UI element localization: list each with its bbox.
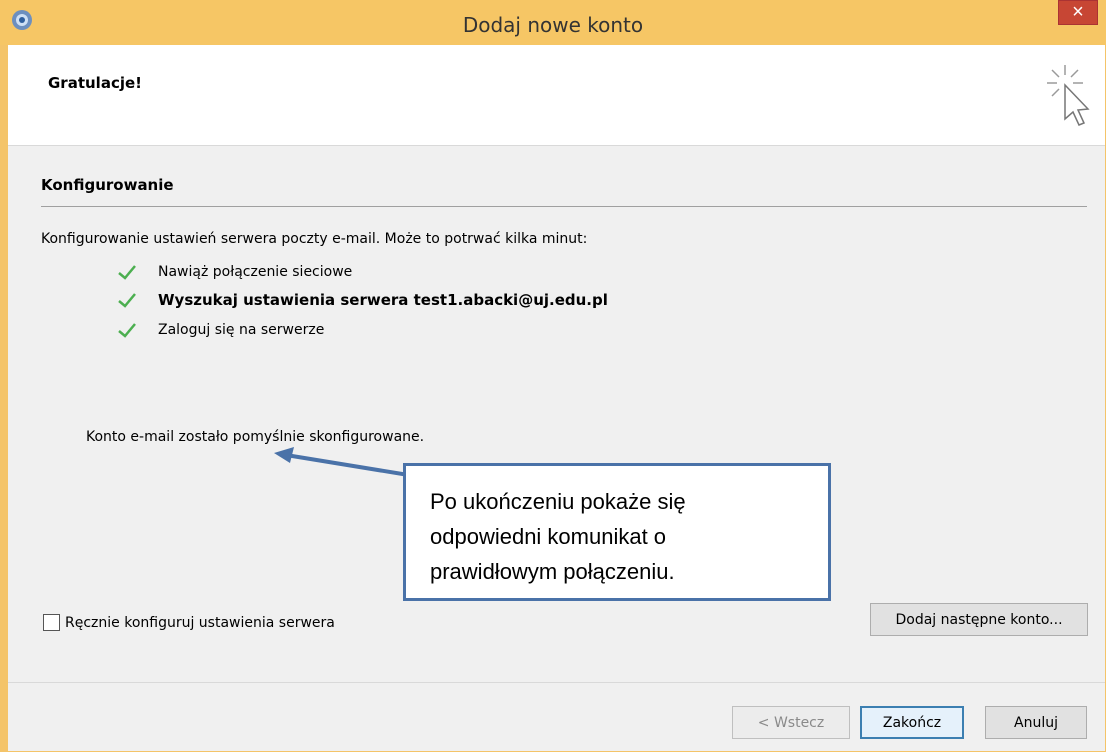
step-item: Zaloguj się na serwerze (116, 319, 324, 341)
cancel-button[interactable]: Anuluj (985, 706, 1087, 739)
dialog-content: Gratulacje! Konfigurowanie Konfigurowani… (8, 45, 1105, 751)
manual-config-row[interactable]: Ręcznie konfiguruj ustawienia serwera (43, 614, 335, 631)
manual-config-label[interactable]: Ręcznie konfiguruj ustawienia serwera (65, 615, 335, 631)
dialog-window: Dodaj nowe konto × Gratulacje! Konfiguro… (0, 0, 1106, 752)
window-title: Dodaj nowe konto (462, 13, 644, 37)
cursor-sparkle-icon (1047, 65, 1090, 126)
callout-line: Po ukończeniu pokaże się (430, 489, 686, 514)
manual-config-checkbox[interactable] (43, 614, 60, 631)
section-title: Konfigurowanie (41, 176, 174, 194)
add-next-account-button[interactable]: Dodaj następne konto... (870, 603, 1088, 636)
dialog-header: Gratulacje! (8, 45, 1105, 146)
close-button[interactable]: × (1058, 0, 1098, 25)
page-title: Gratulacje! (48, 74, 142, 92)
footer-divider (8, 682, 1105, 683)
section-divider (41, 206, 1087, 207)
back-button[interactable]: < Wstecz (732, 706, 850, 739)
check-icon (118, 293, 136, 308)
callout-line: odpowiedni komunikat o (430, 524, 667, 549)
finish-button[interactable]: Zakończ (860, 706, 964, 739)
step-label: Wyszukaj ustawienia serwera test1.abacki… (158, 291, 608, 309)
annotation-callout: Po ukończeniu pokaże się odpowiedni komu… (403, 463, 831, 601)
step-item: Wyszukaj ustawienia serwera test1.abacki… (116, 289, 608, 311)
check-icon (118, 265, 136, 280)
success-message: Konto e-mail zostało pomyślnie skonfigur… (86, 429, 425, 445)
step-label: Nawiąż połączenie sieciowe (158, 264, 353, 280)
step-item: Nawiąż połączenie sieciowe (116, 261, 352, 283)
check-icon (118, 323, 136, 338)
step-label: Zaloguj się na serwerze (158, 322, 325, 338)
callout-line: prawidłowym połączeniu. (430, 559, 675, 584)
title-bar[interactable]: Dodaj nowe konto × (0, 0, 1106, 45)
section-description: Konfigurowanie ustawień serwera poczty e… (41, 231, 588, 247)
